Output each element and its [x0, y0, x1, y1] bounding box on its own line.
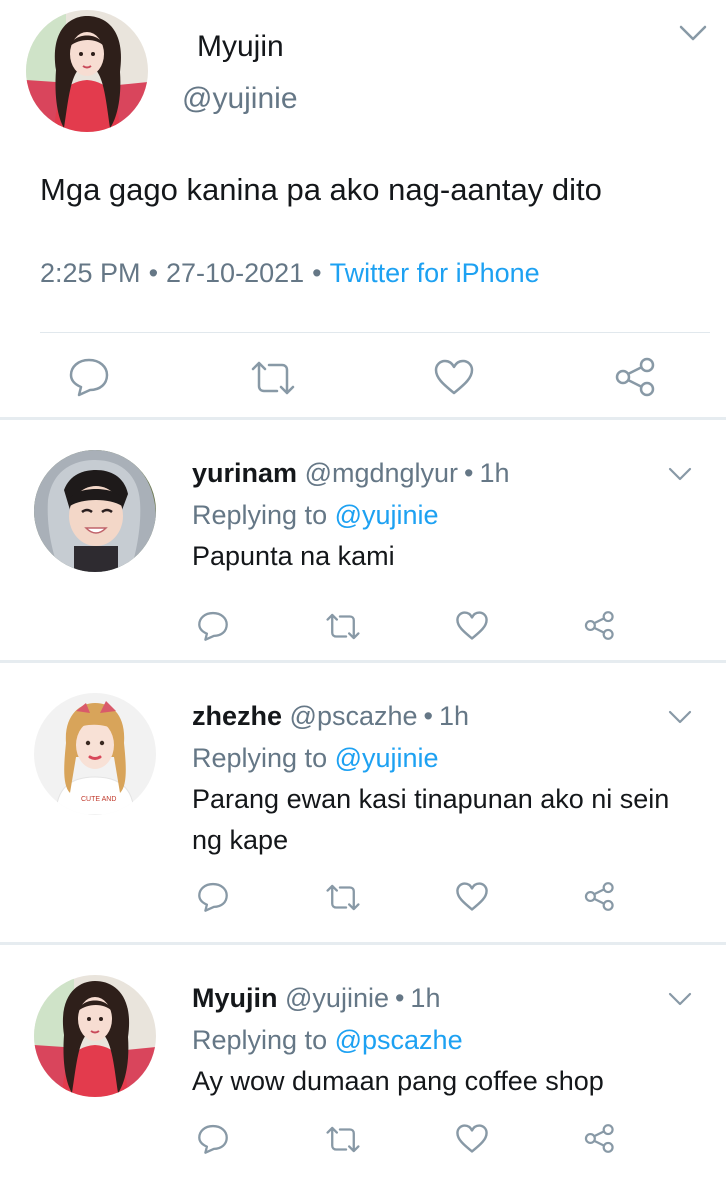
avatar[interactable]: [34, 975, 156, 1097]
retweet-icon[interactable]: [246, 356, 300, 400]
avatar[interactable]: [34, 450, 156, 572]
retweet-icon[interactable]: [322, 879, 364, 915]
like-icon[interactable]: [454, 608, 490, 642]
replying-to: Replying to @yujinie: [192, 743, 439, 774]
tweet-meta: 2:25 PM • 27-10-2021 • Twitter for iPhone: [40, 258, 540, 289]
chevron-down-icon[interactable]: [668, 466, 692, 482]
replying-to: Replying to @pscazhe: [192, 1025, 463, 1056]
chevron-down-icon[interactable]: [668, 709, 692, 725]
avatar[interactable]: CUTE AND: [34, 693, 156, 815]
reply-icon[interactable]: [194, 879, 232, 915]
reply-time: 1h: [438, 701, 470, 731]
reply-icon[interactable]: [194, 608, 232, 644]
reply-tweet[interactable]: CUTE AND zhezhe @pscazhe • 1h Replying to …: [0, 663, 726, 943]
reply-text: Papunta na kami: [192, 541, 395, 571]
reply-author-handle[interactable]: @mgdnglyur: [305, 458, 458, 488]
meta-separator: •: [423, 701, 433, 731]
chevron-down-icon[interactable]: [678, 22, 708, 44]
reply-author-name[interactable]: yurinam: [192, 458, 297, 488]
reply-text: Ay wow dumaan pang coffee shop: [192, 1066, 604, 1096]
reply-header: yurinam @mgdnglyur • 1h: [192, 458, 510, 489]
like-icon[interactable]: [454, 879, 490, 913]
share-icon[interactable]: [612, 354, 660, 400]
share-icon[interactable]: [582, 878, 618, 914]
replying-to-link[interactable]: @yujinie: [335, 500, 439, 530]
reply-text: Parang ewan kasi tinapunan ako ni sein n…: [192, 784, 670, 855]
avatar[interactable]: [26, 10, 148, 132]
main-tweet: Myujin @yujinie Mga gago kanina pa ako n…: [0, 0, 726, 418]
reply-author-handle[interactable]: @yujinie: [285, 983, 389, 1013]
tweet-source-link[interactable]: Twitter for iPhone: [330, 258, 540, 288]
meta-separator: •: [394, 983, 405, 1013]
meta-separator: •: [312, 258, 322, 288]
chevron-down-icon[interactable]: [668, 991, 692, 1007]
reply-time: 1h: [479, 458, 510, 488]
reply-header: zhezhe @pscazhe • 1h: [192, 701, 469, 732]
shirt-text: CUTE AND: [81, 796, 116, 803]
reply-header: Myujin @yujinie • 1h: [192, 983, 440, 1014]
author-name[interactable]: Myujin: [197, 30, 284, 64]
reply-author-name[interactable]: zhezhe: [192, 701, 282, 731]
reply-tweet[interactable]: Myujin @yujinie • 1h Replying to @pscazhe …: [0, 945, 726, 1200]
like-icon[interactable]: [454, 1121, 490, 1155]
reply-time: 1h: [410, 983, 441, 1013]
replying-to-link[interactable]: @yujinie: [335, 743, 439, 773]
replying-to-label: Replying to: [192, 743, 328, 773]
reply-icon[interactable]: [194, 1121, 232, 1157]
reply-author-name[interactable]: Myujin: [192, 983, 278, 1013]
meta-separator: •: [464, 458, 474, 488]
divider: [40, 332, 710, 333]
meta-separator: •: [148, 258, 159, 288]
reply-tweet[interactable]: yurinam @mgdnglyur • 1h Replying to @yujin…: [0, 420, 726, 661]
tweet-text: Mga gago kanina pa ako nag-aantay dito: [40, 172, 602, 207]
author-handle[interactable]: @yujinie: [182, 82, 298, 116]
replying-to: Replying to @yujinie: [192, 500, 439, 531]
retweet-icon[interactable]: [322, 608, 364, 644]
replying-to-label: Replying to: [192, 1025, 328, 1055]
reply-icon[interactable]: [64, 354, 114, 400]
replying-to-link[interactable]: @pscazhe: [335, 1025, 463, 1055]
retweet-icon[interactable]: [322, 1121, 364, 1157]
share-icon[interactable]: [582, 607, 618, 643]
tweet-date: 27-10-2021: [166, 258, 305, 288]
share-icon[interactable]: [582, 1120, 618, 1156]
tweet-time: 2:25 PM: [40, 258, 141, 288]
reply-author-handle[interactable]: @pscazhe: [290, 701, 418, 731]
like-icon[interactable]: [432, 356, 476, 398]
replying-to-label: Replying to: [192, 500, 328, 530]
